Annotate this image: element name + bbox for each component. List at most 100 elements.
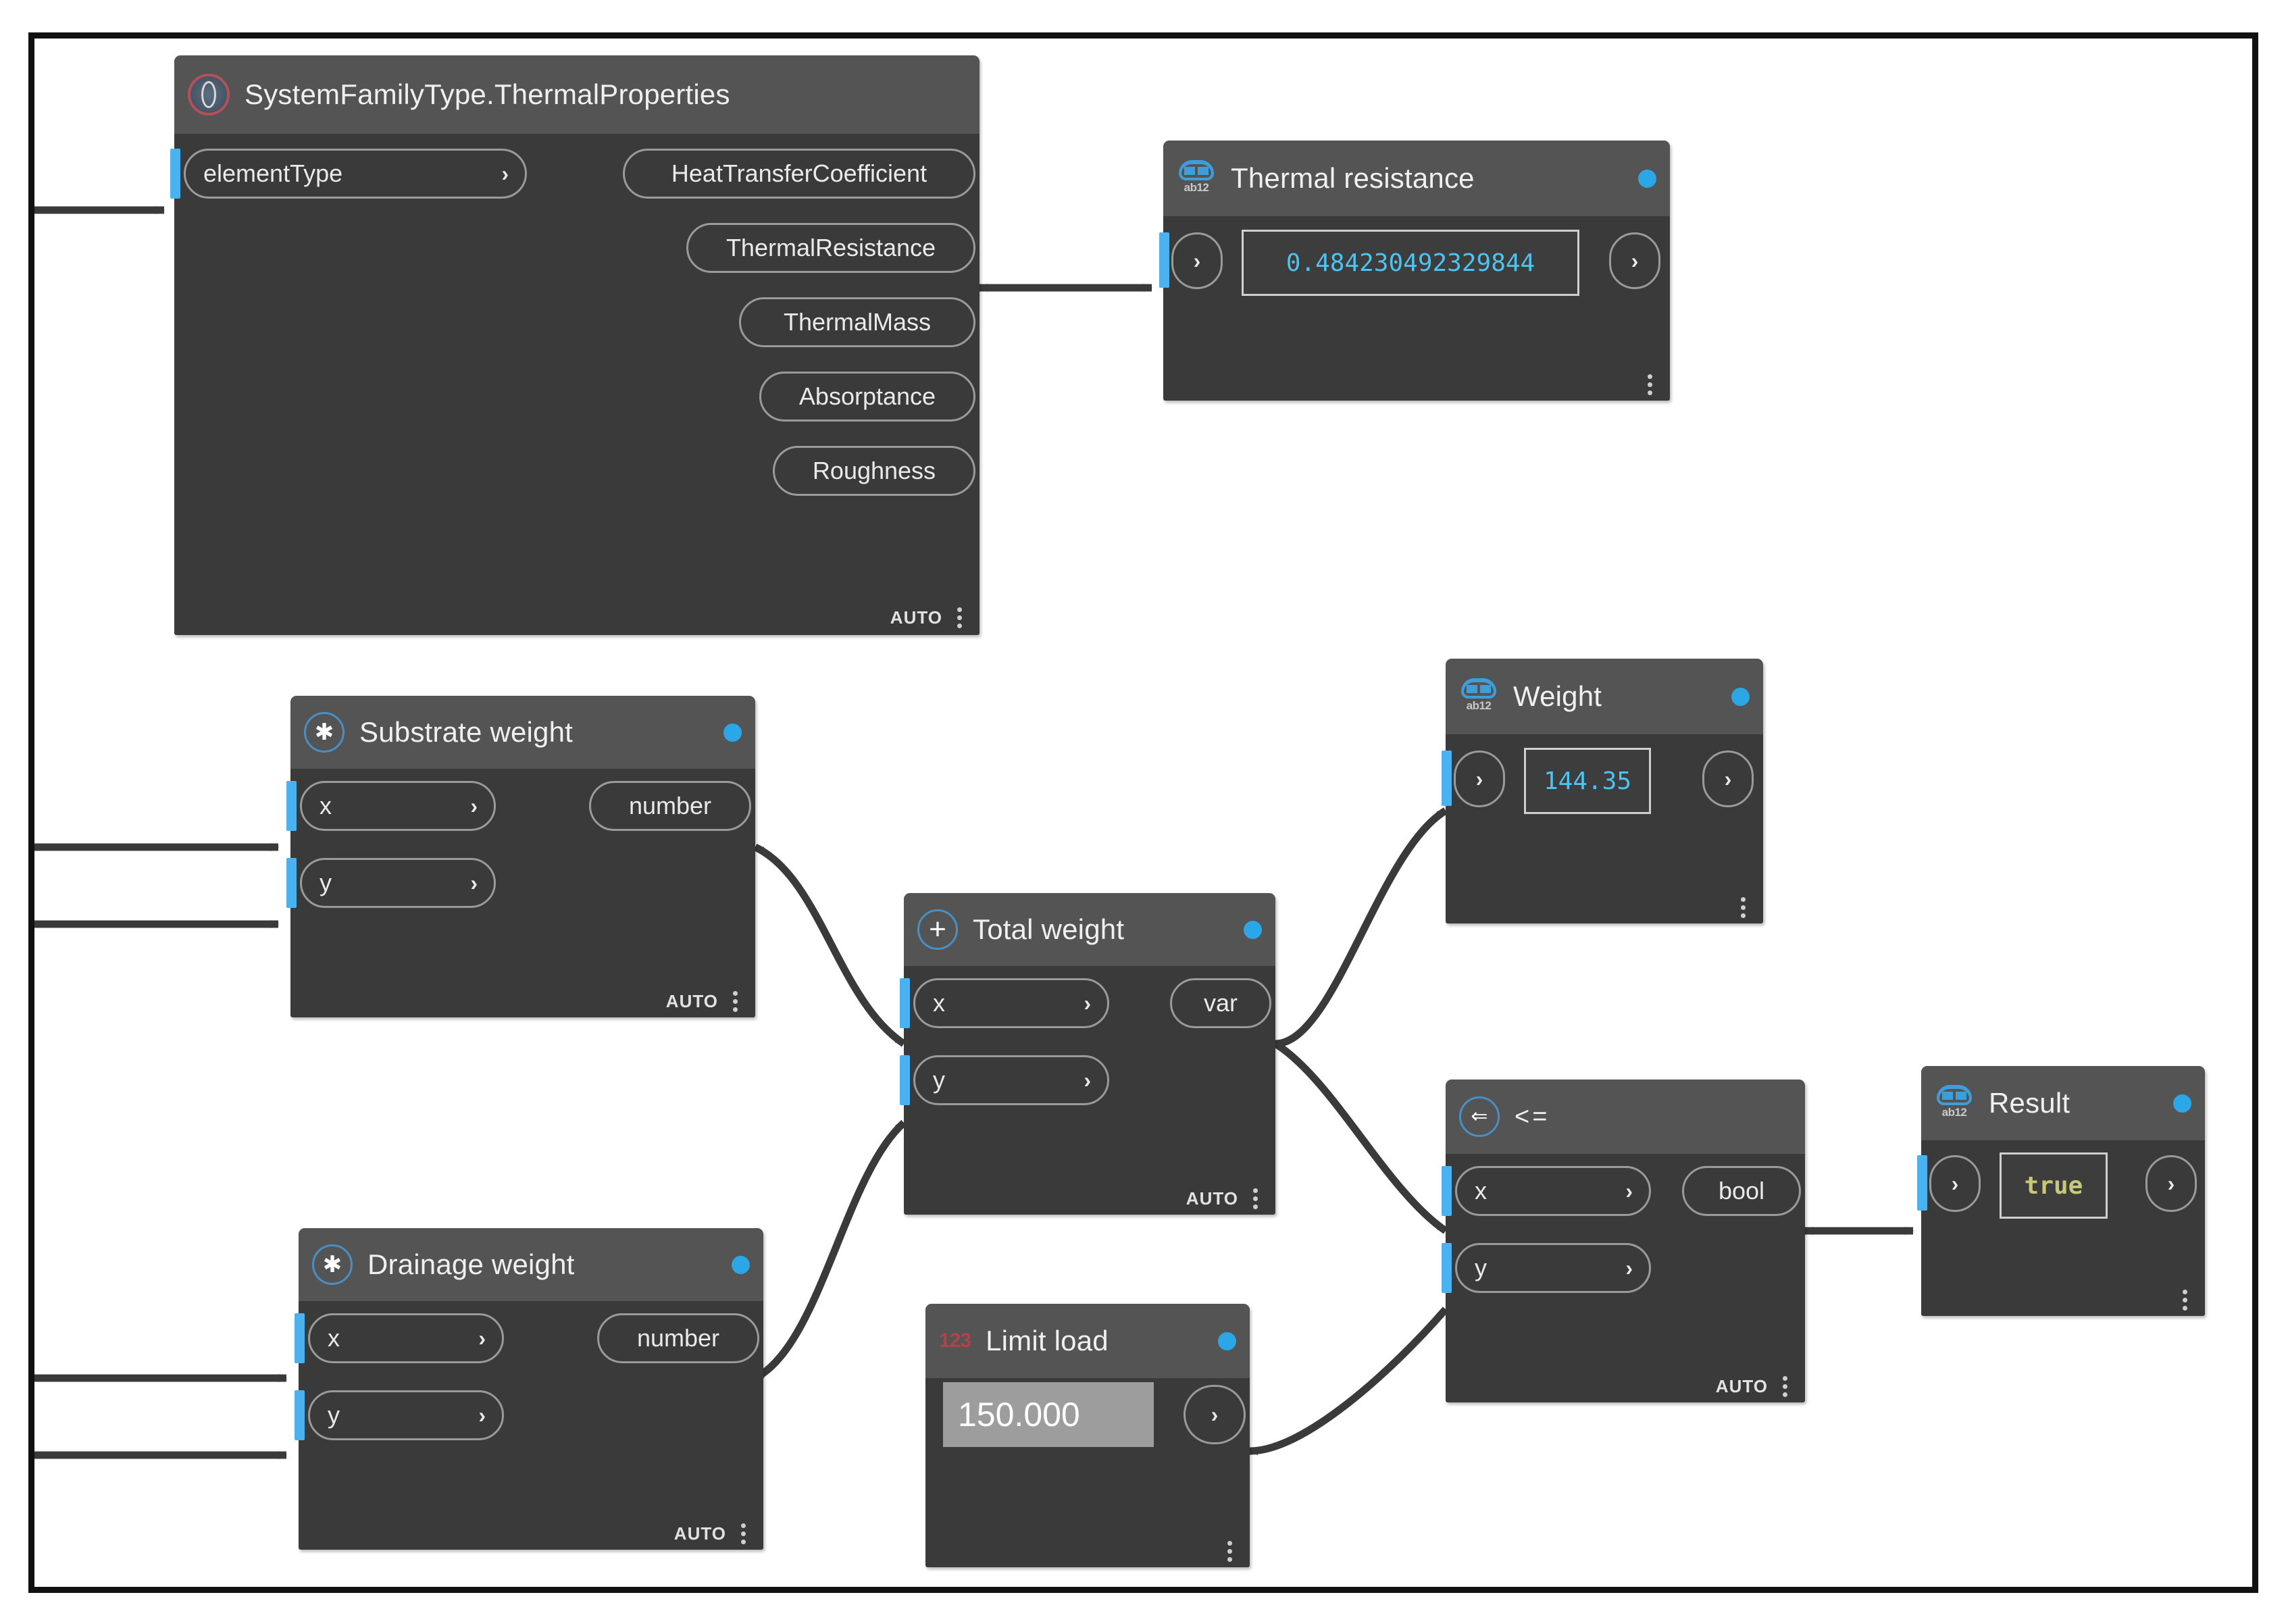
- node-total-weight[interactable]: + Total weight x › y › var AUTO: [904, 893, 1275, 1215]
- node-body: › 0.484230492329844 ›: [1163, 216, 1670, 406]
- node-menu-icon[interactable]: [1253, 1188, 1258, 1209]
- output-port-label: bool: [1719, 1177, 1764, 1205]
- input-port-connector-y[interactable]: [1442, 1243, 1452, 1293]
- node-menu-icon[interactable]: [957, 607, 962, 628]
- chevron-right-icon: ›: [1625, 1257, 1633, 1279]
- chevron-right-icon: ›: [470, 795, 478, 817]
- revit-icon: [188, 74, 230, 116]
- node-header[interactable]: ab12 Result: [1921, 1066, 2205, 1140]
- output-port-heattransfercoefficient[interactable]: HeatTransferCoefficient: [623, 149, 975, 199]
- status-dot: [732, 1256, 750, 1274]
- output-port-thermalresistance[interactable]: ThermalResistance: [686, 223, 975, 273]
- output-port[interactable]: ›: [1702, 751, 1754, 807]
- chevron-right-icon: ›: [1631, 250, 1639, 272]
- input-port-y[interactable]: y ›: [1455, 1243, 1651, 1293]
- node-menu-icon[interactable]: [1648, 374, 1652, 395]
- input-port-label: y: [933, 1066, 945, 1094]
- node-footer: [2183, 1287, 2205, 1319]
- node-menu-icon[interactable]: [2183, 1290, 2187, 1311]
- output-port-thermalmass[interactable]: ThermalMass: [739, 297, 975, 347]
- input-port-connector[interactable]: [1442, 751, 1452, 806]
- input-port-connector-y[interactable]: [900, 1055, 910, 1105]
- number-input-value: 150.000: [958, 1395, 1080, 1434]
- multiply-icon: ✱: [312, 1244, 353, 1285]
- input-port-x[interactable]: x ›: [300, 781, 496, 831]
- multiply-icon: ✱: [304, 712, 345, 753]
- node-body: 150.000 ›: [925, 1378, 1250, 1573]
- input-port-connector-y[interactable]: [295, 1390, 305, 1440]
- chevron-right-icon: ›: [1952, 1173, 1959, 1194]
- input-port-y[interactable]: y ›: [300, 858, 496, 908]
- input-port[interactable]: ›: [1171, 232, 1223, 289]
- node-menu-icon[interactable]: [1783, 1376, 1787, 1397]
- node-substrate-weight[interactable]: ✱ Substrate weight x › y › number AUTO: [290, 696, 755, 1017]
- node-system-family-type-thermal-properties[interactable]: SystemFamilyType.ThermalProperties eleme…: [174, 55, 980, 635]
- plus-icon: +: [917, 909, 958, 950]
- node-menu-icon[interactable]: [1741, 897, 1746, 918]
- input-port-connector-x[interactable]: [286, 781, 297, 831]
- node-header[interactable]: ab12 Weight: [1446, 659, 1763, 734]
- node-drainage-weight[interactable]: ✱ Drainage weight x › y › number AUTO: [299, 1228, 763, 1550]
- node-menu-icon[interactable]: [733, 991, 738, 1012]
- output-port[interactable]: ›: [2145, 1155, 2197, 1212]
- input-port-connector-x[interactable]: [1442, 1166, 1452, 1216]
- watch-value-box: true: [2000, 1152, 2108, 1219]
- input-port-connector[interactable]: [1159, 232, 1169, 288]
- input-port-x[interactable]: x ›: [1455, 1166, 1651, 1216]
- chevron-right-icon: ›: [1625, 1180, 1633, 1202]
- node-header[interactable]: ✱ Substrate weight: [290, 696, 755, 769]
- input-port-y[interactable]: y ›: [308, 1390, 504, 1440]
- input-port-x[interactable]: x ›: [308, 1313, 504, 1363]
- input-port-elementtype[interactable]: elementType ›: [184, 149, 527, 199]
- input-port-label: x: [933, 989, 945, 1017]
- output-port-bool[interactable]: bool: [1682, 1166, 1801, 1216]
- node-menu-icon[interactable]: [1227, 1541, 1232, 1562]
- node-less-than-or-equal[interactable]: ⇐ <= x › y › bool AUTO: [1446, 1080, 1805, 1402]
- status-dot: [1638, 170, 1656, 188]
- node-result-watch[interactable]: ab12 Result › true ›: [1921, 1066, 2205, 1316]
- output-port-label: Absorptance: [799, 382, 936, 411]
- input-port-y[interactable]: y ›: [913, 1055, 1109, 1105]
- chevron-right-icon: ›: [478, 1404, 486, 1426]
- input-port[interactable]: ›: [1454, 751, 1505, 807]
- output-port-roughness[interactable]: Roughness: [773, 446, 975, 496]
- input-port[interactable]: ›: [1929, 1155, 1981, 1212]
- watch-icon: ab12: [1459, 678, 1498, 715]
- node-body: x › y › var AUTO: [904, 966, 1275, 1220]
- node-weight-watch[interactable]: ab12 Weight › 144.35 ›: [1446, 659, 1763, 923]
- node-header[interactable]: 123 Limit load: [925, 1304, 1250, 1378]
- output-port[interactable]: ›: [1609, 232, 1660, 289]
- node-footer: AUTO: [1716, 1373, 1805, 1405]
- output-port-label: ThermalResistance: [726, 234, 936, 262]
- node-title: Thermal resistance: [1231, 162, 1475, 195]
- output-port-var[interactable]: var: [1170, 978, 1271, 1028]
- auto-label: AUTO: [666, 991, 718, 1012]
- output-port-number[interactable]: number: [589, 781, 751, 831]
- node-header[interactable]: + Total weight: [904, 893, 1275, 966]
- output-port-number[interactable]: number: [597, 1313, 759, 1363]
- input-port-connector[interactable]: [1917, 1155, 1927, 1211]
- node-menu-icon[interactable]: [741, 1523, 746, 1544]
- output-port-label: number: [629, 792, 711, 820]
- node-limit-load[interactable]: 123 Limit load 150.000 ›: [925, 1304, 1250, 1567]
- input-port-connector-x[interactable]: [295, 1313, 305, 1363]
- node-footer: AUTO: [674, 1521, 763, 1552]
- node-header[interactable]: ✱ Drainage weight: [299, 1228, 763, 1301]
- auto-label: AUTO: [674, 1523, 726, 1544]
- input-port-connector-elementtype[interactable]: [170, 149, 180, 199]
- node-header[interactable]: ⇐ <=: [1446, 1080, 1805, 1154]
- node-header[interactable]: ab12 Thermal resistance: [1163, 141, 1670, 216]
- node-header[interactable]: SystemFamilyType.ThermalProperties: [174, 55, 980, 134]
- output-port[interactable]: ›: [1184, 1385, 1246, 1444]
- input-port-connector-x[interactable]: [900, 978, 910, 1028]
- node-title: Drainage weight: [367, 1248, 575, 1281]
- output-port-absorptance[interactable]: Absorptance: [759, 372, 975, 422]
- node-thermal-resistance-watch[interactable]: ab12 Thermal resistance › 0.484230492329…: [1163, 141, 1670, 401]
- chevron-right-icon: ›: [1211, 1404, 1219, 1425]
- input-port-connector-y[interactable]: [286, 858, 297, 908]
- number-input-field[interactable]: 150.000: [943, 1382, 1154, 1447]
- watch-value-box: 0.484230492329844: [1242, 230, 1579, 296]
- input-port-x[interactable]: x ›: [913, 978, 1109, 1028]
- node-body: › 144.35 ›: [1446, 734, 1763, 929]
- node-footer: AUTO: [890, 605, 980, 636]
